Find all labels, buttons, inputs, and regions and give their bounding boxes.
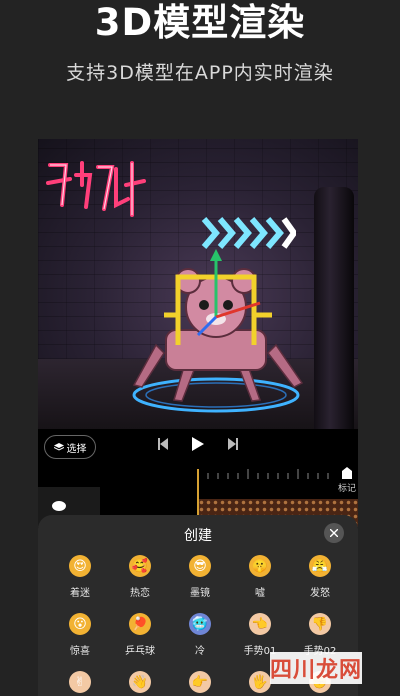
emoji-item-label: 发怒 bbox=[310, 588, 330, 599]
ping-pong-icon: 🏓 bbox=[129, 613, 151, 635]
page-headline: 3D模型渲染 bbox=[94, 1, 306, 44]
emoji-item[interactable]: 🥶 冷 bbox=[170, 613, 230, 660]
hand-gesture-icon: 👈 bbox=[249, 613, 271, 635]
thumbs-down-icon: 👎 bbox=[309, 613, 331, 635]
emoji-item[interactable]: 👉 bbox=[170, 671, 230, 696]
emoji-item[interactable]: 😮 惊喜 bbox=[50, 613, 110, 660]
emoji-item-label: 热恋 bbox=[130, 588, 150, 599]
emoji-item-label: 惊喜 bbox=[70, 646, 90, 657]
point-hand-icon: 👉 bbox=[189, 671, 211, 693]
select-button[interactable]: 选择 bbox=[44, 435, 96, 459]
emoji-item[interactable]: 🥰 热恋 bbox=[110, 555, 170, 602]
surprise-icon: 😮 bbox=[69, 613, 91, 635]
marker-flag-icon[interactable] bbox=[342, 467, 352, 479]
watermark-text: 四川龙网 bbox=[270, 657, 363, 683]
phone-screen: 选择 标记 创建 😍 着迷 🥰 热恋 😎 墨镜 🤫 嘘 😤 发怒 😮 惊喜 🏓 … bbox=[38, 139, 358, 696]
emoji-item[interactable]: 😎 墨镜 bbox=[170, 555, 230, 602]
watermark-logo: 四川龙网 bbox=[270, 652, 362, 684]
emoji-item[interactable]: 😤 发怒 bbox=[290, 555, 350, 602]
sunglasses-icon: 😎 bbox=[189, 555, 211, 577]
play-icon[interactable] bbox=[192, 437, 204, 451]
skip-back-icon[interactable] bbox=[158, 438, 168, 450]
emoji-item-label: 墨镜 bbox=[190, 588, 210, 599]
close-icon bbox=[330, 529, 338, 537]
time-ruler bbox=[198, 469, 329, 479]
emoji-item[interactable]: 🏓 乒乓球 bbox=[110, 613, 170, 660]
emoji-item[interactable]: 😍 着迷 bbox=[50, 555, 110, 602]
marker-label: 标记 bbox=[337, 484, 356, 494]
emoji-item-label: 着迷 bbox=[70, 588, 90, 599]
emoji-item-label: 乒乓球 bbox=[125, 646, 155, 657]
layers-icon bbox=[53, 443, 64, 451]
shush-icon: 🤫 bbox=[249, 555, 271, 577]
peace-hand-icon: ✌ bbox=[69, 671, 91, 693]
wave-hand-icon: 👋 bbox=[129, 671, 151, 693]
open-hand-icon: 🖐 bbox=[249, 671, 271, 693]
emoji-item[interactable]: ✌ bbox=[50, 671, 110, 696]
emoji-item-label: 嘘 bbox=[255, 588, 265, 599]
neon-sign-image bbox=[46, 161, 146, 217]
close-button[interactable] bbox=[324, 523, 344, 543]
page-subtitle: 支持3D模型在APP内实时渲染 bbox=[66, 62, 334, 84]
angry-icon: 😤 bbox=[309, 555, 331, 577]
track-eye-icon[interactable] bbox=[52, 501, 66, 511]
select-button-label: 选择 bbox=[66, 443, 87, 455]
emoji-item[interactable]: 🤫 嘘 bbox=[230, 555, 290, 602]
playback-controls: 选择 bbox=[38, 429, 358, 469]
love-face-icon: 🥰 bbox=[129, 555, 151, 577]
sheet-title: 创建 bbox=[184, 528, 212, 544]
cold-icon: 🥶 bbox=[189, 613, 211, 635]
emoji-item[interactable]: 👋 bbox=[110, 671, 170, 696]
emoji-item-label: 冷 bbox=[195, 646, 205, 657]
3d-viewport[interactable] bbox=[38, 139, 358, 429]
robot-model bbox=[132, 249, 304, 413]
metal-pillar bbox=[314, 187, 354, 429]
skip-forward-icon[interactable] bbox=[228, 438, 238, 450]
heart-eyes-icon: 😍 bbox=[69, 555, 91, 577]
